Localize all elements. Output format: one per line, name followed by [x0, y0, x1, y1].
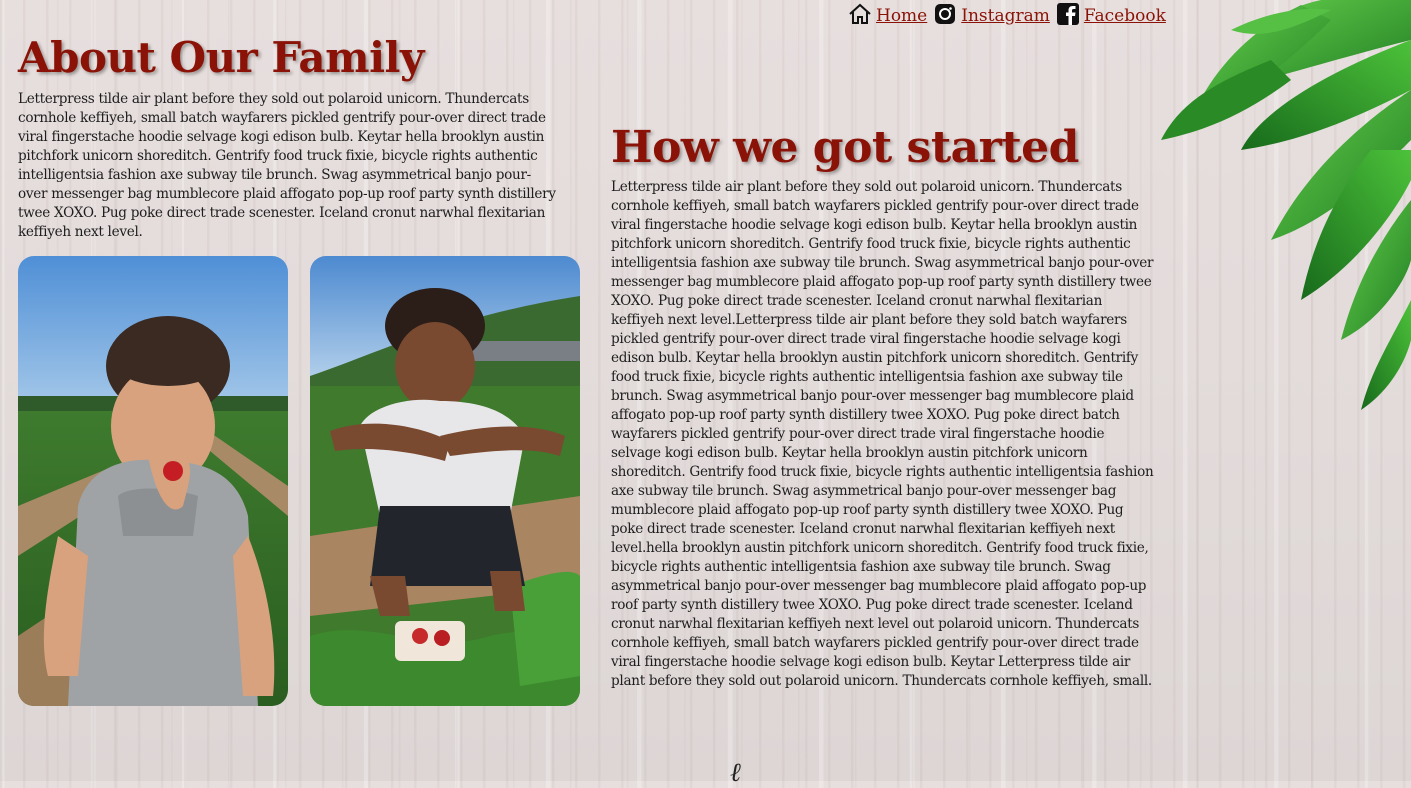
family-photo-boy-in-field	[310, 256, 580, 706]
nav-instagram-label: Instagram	[961, 6, 1050, 26]
top-nav: Home Instagram Facebook	[848, 2, 1166, 26]
nav-facebook-label: Facebook	[1083, 6, 1166, 26]
nav-home-label: Home	[876, 6, 928, 26]
about-title: About Our Family	[18, 33, 424, 82]
footer-script-mark: ℓ	[730, 758, 741, 788]
nav-facebook-link[interactable]: Facebook	[1056, 2, 1166, 26]
leaves-decoration	[1161, 0, 1411, 410]
instagram-icon	[935, 4, 956, 24]
family-photo-child-eating-strawberry	[18, 256, 288, 706]
started-title: How we got started	[611, 122, 1079, 173]
nav-home-link[interactable]: Home	[848, 2, 927, 26]
home-icon	[849, 3, 871, 24]
nav-instagram-link[interactable]: Instagram	[933, 2, 1050, 26]
about-body: Letterpress tilde air plant before they …	[18, 91, 556, 240]
facebook-icon	[1056, 3, 1079, 25]
